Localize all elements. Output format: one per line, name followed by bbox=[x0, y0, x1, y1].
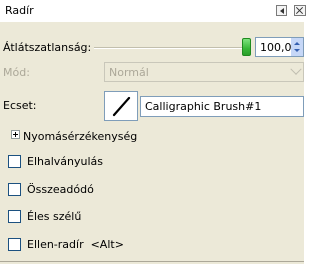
panel-title: Radír bbox=[5, 4, 34, 17]
brush-name-field[interactable]: Calligraphic Brush#1 bbox=[140, 96, 304, 117]
incremental-label[interactable]: Összeadódó bbox=[27, 183, 94, 196]
tool-options-panel bbox=[0, 22, 304, 264]
chevron-down-icon bbox=[290, 63, 302, 75]
menu-arrow-icon[interactable] bbox=[276, 5, 287, 16]
hard-edge-label[interactable]: Éles szélű bbox=[27, 210, 81, 223]
mode-dropdown[interactable]: Normál bbox=[104, 62, 304, 82]
mode-label: Mód: bbox=[3, 66, 30, 79]
brush-name: Calligraphic Brush#1 bbox=[145, 100, 262, 113]
brush-preview-button[interactable] bbox=[104, 91, 138, 121]
brush-stroke-icon bbox=[112, 96, 131, 117]
spin-arrows-icon[interactable] bbox=[291, 38, 303, 56]
divider bbox=[0, 261, 304, 262]
brush-label: Ecset: bbox=[3, 99, 37, 112]
opacity-label: Átlátszatlanság: bbox=[3, 41, 92, 54]
anti-erase-checkbox[interactable] bbox=[8, 238, 21, 251]
fade-checkbox[interactable] bbox=[8, 155, 21, 168]
hard-edge-checkbox[interactable] bbox=[8, 210, 21, 223]
dock-header: Radír bbox=[0, 0, 306, 22]
pressure-sensitivity-expander[interactable]: Nyomásérzékenység bbox=[23, 130, 137, 143]
fade-label[interactable]: Elhalványulás bbox=[27, 155, 103, 168]
opacity-slider-track[interactable] bbox=[94, 47, 242, 49]
anti-erase-label[interactable]: Ellen-radír <Alt> bbox=[27, 238, 124, 251]
opacity-slider-handle[interactable] bbox=[242, 38, 251, 56]
opacity-value: 100,0 bbox=[260, 41, 292, 54]
close-icon[interactable] bbox=[294, 5, 306, 16]
expand-plus-icon[interactable] bbox=[11, 130, 20, 139]
mode-value: Normál bbox=[109, 66, 149, 79]
incremental-checkbox[interactable] bbox=[8, 183, 21, 196]
opacity-spinbutton[interactable]: 100,0 bbox=[255, 37, 304, 57]
